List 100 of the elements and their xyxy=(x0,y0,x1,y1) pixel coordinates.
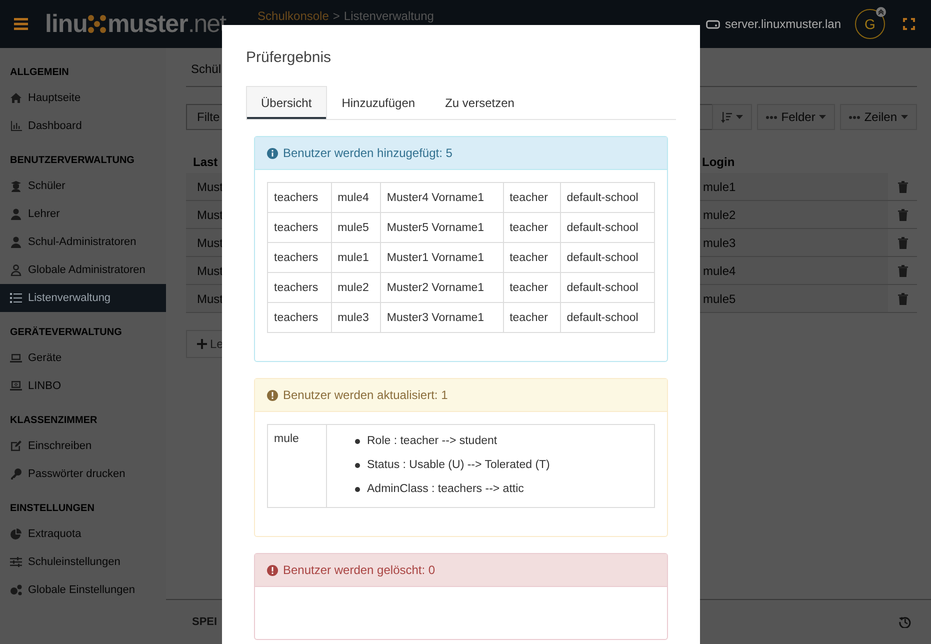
table-cell: mule4 xyxy=(331,182,380,212)
bullet-icon xyxy=(355,462,360,468)
history-icon[interactable] xyxy=(899,616,911,628)
sidebar-item[interactable]: Schul-Administratoren xyxy=(0,228,166,256)
sidebar-item[interactable]: Lehrer xyxy=(0,200,166,228)
x-logo-icon xyxy=(87,14,108,34)
exclamation-icon xyxy=(267,564,278,576)
trash-icon xyxy=(898,236,908,248)
breadcrumb-current: Listenverwaltung xyxy=(344,9,434,23)
trash-icon xyxy=(898,208,908,220)
table-cell: default-school xyxy=(560,272,654,302)
laptop-plus-icon xyxy=(10,380,22,392)
table-cell: teacher xyxy=(503,212,560,242)
section-heading: GERÄTEVERWALTUNG xyxy=(9,326,123,340)
table-cell: Muster4 Vorname1 xyxy=(380,182,504,212)
breadcrumb-link[interactable]: Schulkonsole xyxy=(258,9,329,23)
plus-icon xyxy=(197,339,207,349)
home-icon xyxy=(10,92,22,104)
table-cell: mule2 xyxy=(331,272,380,302)
sidebar-item[interactable]: Hauptseite xyxy=(0,84,166,112)
logo-text: linu xyxy=(45,10,88,38)
caret-icon xyxy=(736,115,744,119)
table-cell: teacher xyxy=(503,242,560,272)
sidebar-item[interactable]: Schuleinstellungen xyxy=(0,548,166,576)
sort-icon xyxy=(721,112,732,122)
sliders-icon xyxy=(10,556,22,568)
table-cell-text: mule3 xyxy=(702,234,737,252)
sidebar-item[interactable]: Einschreiben xyxy=(0,432,166,460)
table-cell: teachers xyxy=(268,182,332,212)
table-cell-text: mule2 xyxy=(702,206,737,224)
server-icon xyxy=(706,19,720,29)
sidebar-item[interactable]: Globale Administratoren xyxy=(0,256,166,284)
sidebar-item[interactable]: Extraquota xyxy=(0,520,166,548)
modal-title: Prüfergebnis xyxy=(246,49,332,66)
table-cell: Muster3 Vorname1 xyxy=(380,302,504,332)
section-heading: EINSTELLUNGEN xyxy=(9,502,96,516)
column-header: Last xyxy=(192,155,219,169)
table-cell: mule1 xyxy=(331,242,380,272)
table-cell: mule xyxy=(268,424,326,508)
table-cell-text: Must xyxy=(196,206,222,224)
pie-chart-icon xyxy=(10,528,22,540)
delete-button[interactable] xyxy=(888,201,917,228)
panel-title: Benutzer werden aktualisiert: 1 xyxy=(283,388,448,402)
change-item: Status : Usable (U) --> Tolerated (T) xyxy=(367,459,550,471)
dots-icon xyxy=(766,116,778,118)
section-heading: ALLGEMEIN xyxy=(9,66,70,80)
sidebar-item[interactable]: Schüler xyxy=(0,172,166,200)
sidebar-item[interactable]: Dashboard xyxy=(0,112,166,140)
table-cell: default-school xyxy=(560,212,654,242)
breadcrumb-separator: > xyxy=(332,9,340,23)
table-cell-text: mule5 xyxy=(702,290,737,308)
logo-text: muster xyxy=(107,10,188,38)
trash-icon xyxy=(898,264,908,276)
sidebar-item[interactable]: LINBO xyxy=(0,372,166,400)
tab[interactable]: Zu versetzen xyxy=(430,86,530,119)
dropdown-button[interactable]: Zeilen xyxy=(840,104,917,130)
bullet-icon xyxy=(355,486,360,492)
delete-button[interactable] xyxy=(888,285,917,312)
table-cell: mule5 xyxy=(331,212,380,242)
delete-button[interactable] xyxy=(888,229,917,256)
sidebar-item[interactable]: Passwörter drucken xyxy=(0,460,166,488)
table-cell-text: Must xyxy=(196,178,222,196)
table-cell: default-school xyxy=(560,302,654,332)
table-cell: Muster1 Vorname1 xyxy=(380,242,504,272)
trash-icon xyxy=(898,180,908,192)
laptop-icon xyxy=(10,352,22,364)
bullet-icon xyxy=(355,438,360,444)
sidebar-item[interactable]: Geräte xyxy=(0,344,166,372)
delete-button[interactable] xyxy=(888,257,917,284)
table-cell: Muster5 Vorname1 xyxy=(380,212,504,242)
table-cell: default-school xyxy=(560,182,654,212)
save-bar-title: SPEI xyxy=(192,616,218,628)
info-icon xyxy=(267,148,278,158)
user-avatar[interactable]: G xyxy=(855,9,885,39)
sidebar-item[interactable]: Globale Einstellungen xyxy=(0,576,166,604)
sidebar-item[interactable]: Listenverwaltung xyxy=(0,284,166,312)
server-name: server.linuxmuster.lan xyxy=(724,17,841,31)
caret-icon xyxy=(901,115,908,119)
tab[interactable]: Hinzuzufügen xyxy=(326,86,430,119)
table-cell: teachers xyxy=(268,242,332,272)
table-cell-text: mule4 xyxy=(702,262,737,280)
table-cell: teachers xyxy=(268,212,332,242)
table-cell: mule3 xyxy=(331,302,380,332)
table-cell: Muster2 Vorname1 xyxy=(380,272,504,302)
table-cell-text: Must xyxy=(196,262,222,280)
dropdown-button[interactable]: Felder xyxy=(757,104,836,130)
column-header: Login xyxy=(701,155,735,169)
trash-icon xyxy=(898,292,908,304)
tab[interactable]: Übersicht xyxy=(246,86,327,119)
key-icon xyxy=(10,468,22,480)
table-cell: default-school xyxy=(560,242,654,272)
table-cell-text: Must xyxy=(196,290,222,308)
menu-icon[interactable] xyxy=(14,18,28,30)
table-cell-text: mule1 xyxy=(702,178,737,196)
table-cell: teacher xyxy=(503,272,560,302)
graduate-icon xyxy=(10,180,22,192)
panel-title: Benutzer werden hinzugefügt: 5 xyxy=(283,146,452,160)
fullscreen-icon[interactable] xyxy=(903,18,915,30)
section-heading: BENUTZERVERWALTUNG xyxy=(9,154,136,168)
table-cell: teacher xyxy=(503,302,560,332)
